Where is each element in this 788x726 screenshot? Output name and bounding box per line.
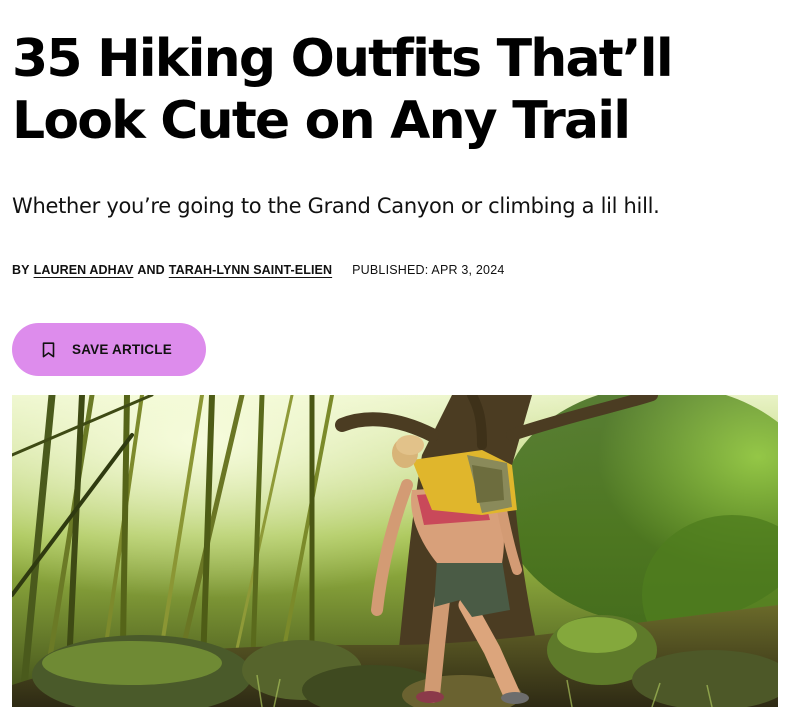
published-date: PUBLISHED: APR 3, 2024	[352, 263, 505, 277]
save-article-button[interactable]: SAVE ARTICLE	[12, 323, 206, 376]
byline-by: BY	[12, 263, 30, 277]
article-dek: Whether you’re going to the Grand Canyon…	[12, 194, 660, 218]
save-article-label: SAVE ARTICLE	[72, 342, 172, 357]
article: 35 Hiking Outfits That’ll Look Cute on A…	[0, 0, 788, 726]
bookmark-icon	[42, 341, 55, 357]
byline-and: AND	[137, 263, 165, 277]
hero-image	[12, 395, 778, 707]
byline: BY LAUREN ADHAV AND TARAH-LYNN SAINT-ELI…	[12, 262, 505, 278]
author-link-lauren-adhav[interactable]: LAUREN ADHAV	[34, 263, 134, 277]
article-title: 35 Hiking Outfits That’ll Look Cute on A…	[12, 29, 674, 151]
author-link-tarah-lynn-saint-elien[interactable]: TARAH-LYNN SAINT-ELIEN	[169, 263, 332, 277]
hiker-forest-illustration	[12, 395, 778, 707]
